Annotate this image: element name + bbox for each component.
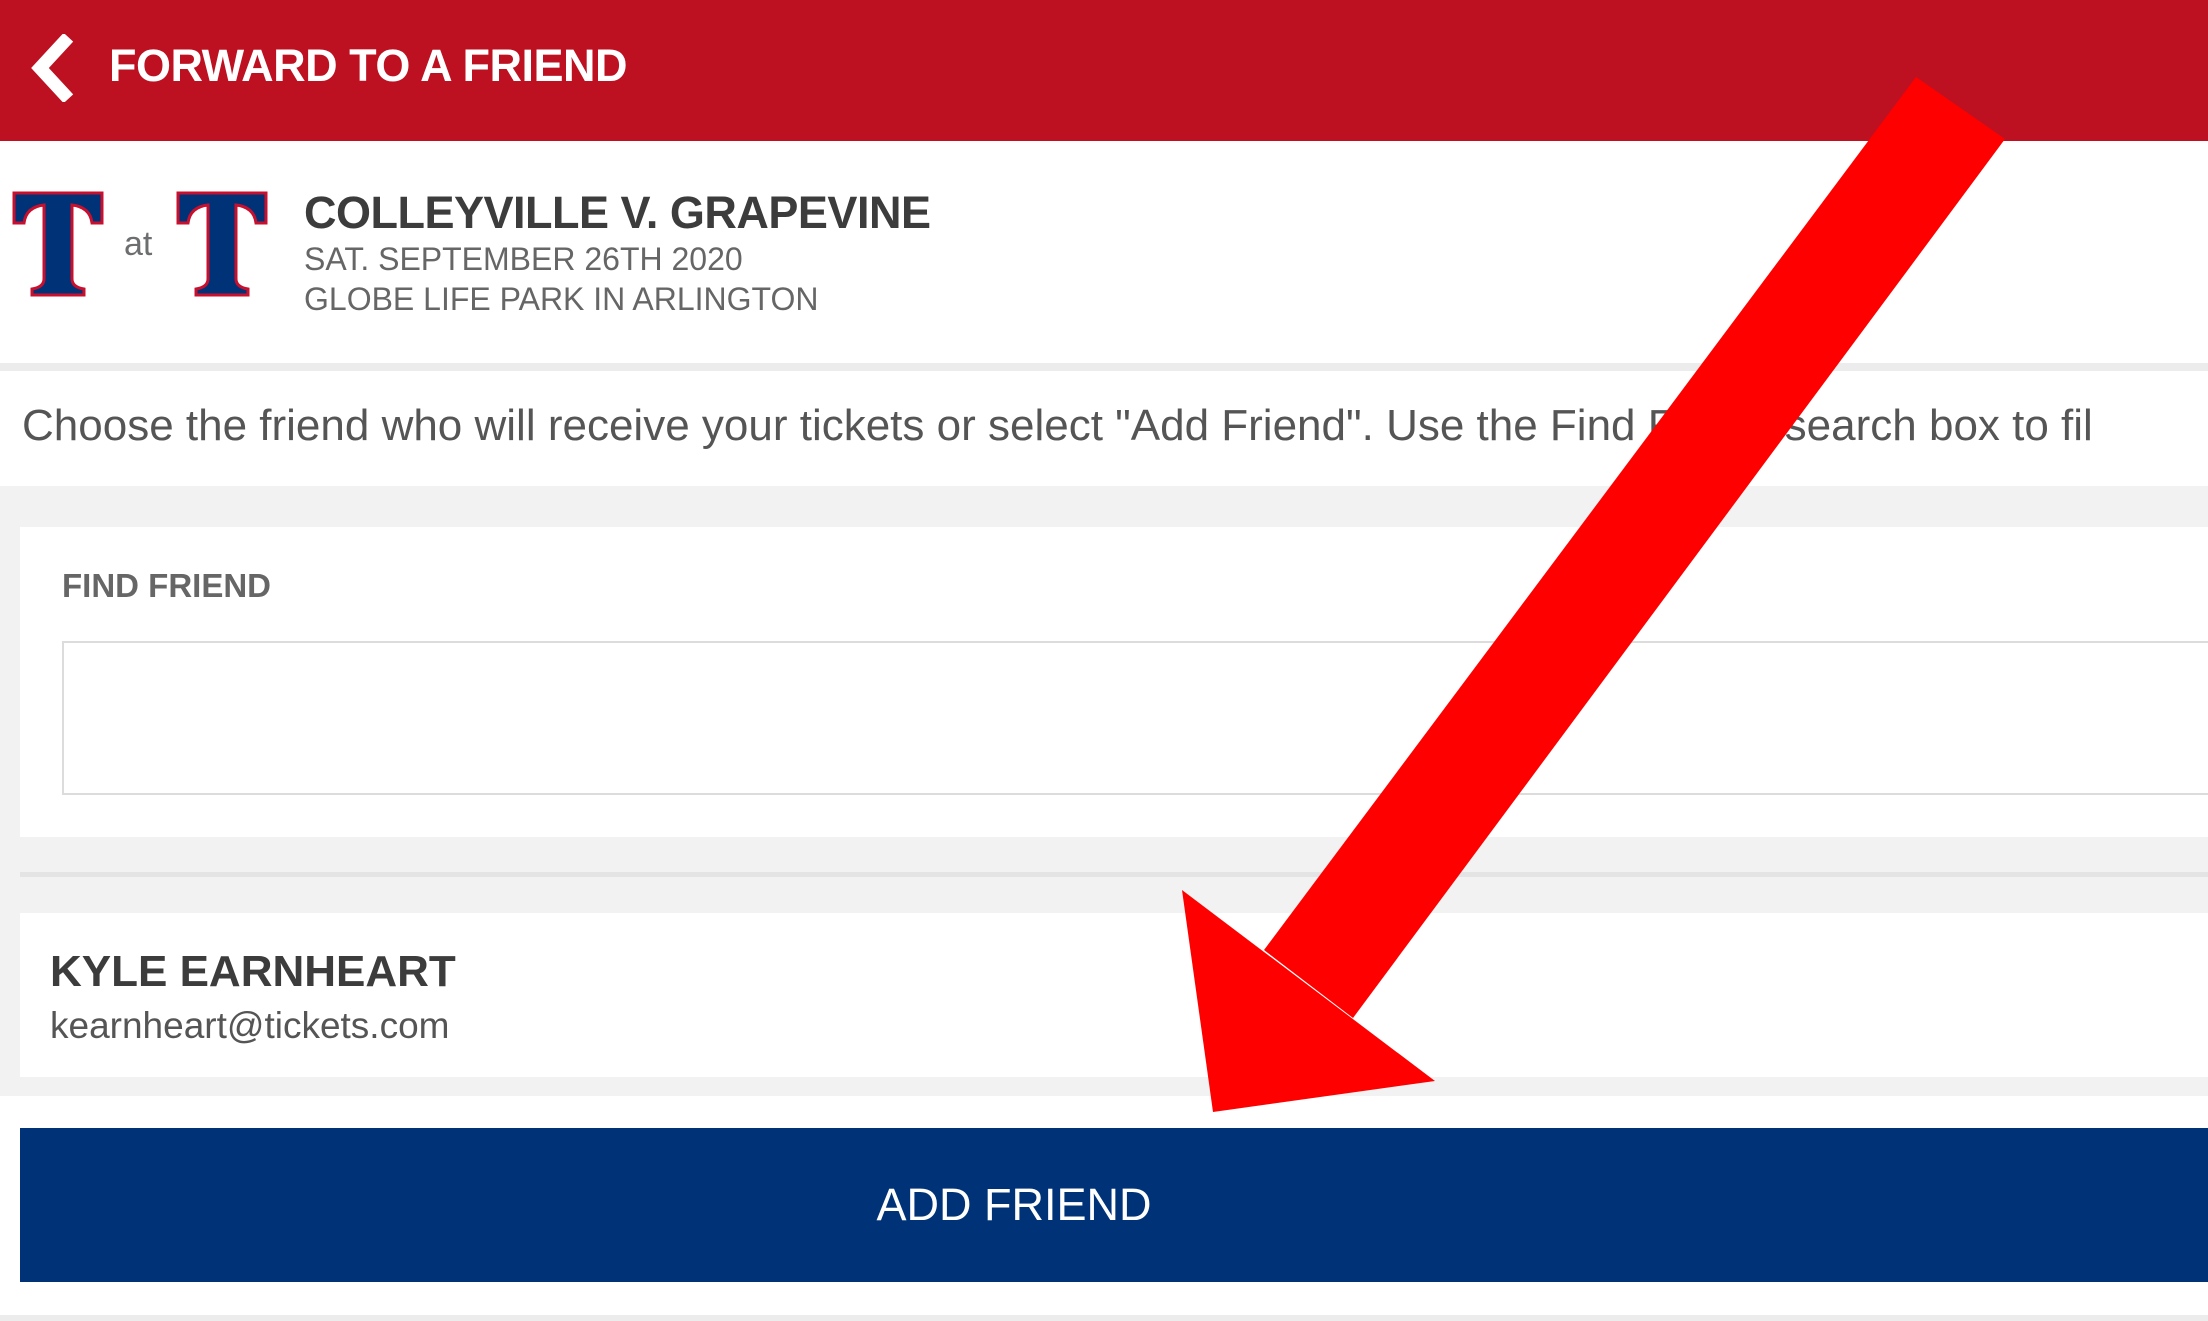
instructions-panel: Choose the friend who will receive your … — [0, 371, 2208, 486]
find-friend-input[interactable] — [62, 641, 2208, 795]
at-separator: at — [124, 225, 153, 263]
friend-name: KYLE EARNHEART — [50, 947, 456, 996]
add-friend-label: ADD FRIEND — [876, 1179, 1152, 1230]
chevron-left-icon[interactable] — [28, 32, 78, 104]
friend-email: kearnheart@tickets.com — [50, 1005, 450, 1046]
page-title: FORWARD TO A FRIEND — [109, 40, 628, 91]
event-summary: at COLLEYVILLE V. GRAPEVINE SAT. SEPTEMB… — [0, 141, 2208, 363]
divider — [0, 1315, 2208, 1321]
add-friend-button[interactable]: ADD FRIEND — [20, 1128, 2208, 1282]
header-bar: FORWARD TO A FRIEND — [0, 0, 2208, 141]
divider — [20, 872, 2208, 877]
team-t-logo-icon — [8, 183, 108, 301]
instructions-text: Choose the friend who will receive your … — [22, 401, 2093, 450]
friend-list-item[interactable]: KYLE EARNHEART kearnheart@tickets.com — [20, 913, 2208, 1077]
event-title: COLLEYVILLE V. GRAPEVINE — [304, 187, 931, 238]
event-venue: GLOBE LIFE PARK IN ARLINGTON — [304, 281, 819, 317]
team-t-logo-icon — [172, 183, 272, 301]
event-date: SAT. SEPTEMBER 26TH 2020 — [304, 241, 743, 277]
find-friend-card: FIND FRIEND — [20, 527, 2208, 837]
find-friend-label: FIND FRIEND — [62, 567, 271, 604]
divider — [0, 363, 2208, 371]
